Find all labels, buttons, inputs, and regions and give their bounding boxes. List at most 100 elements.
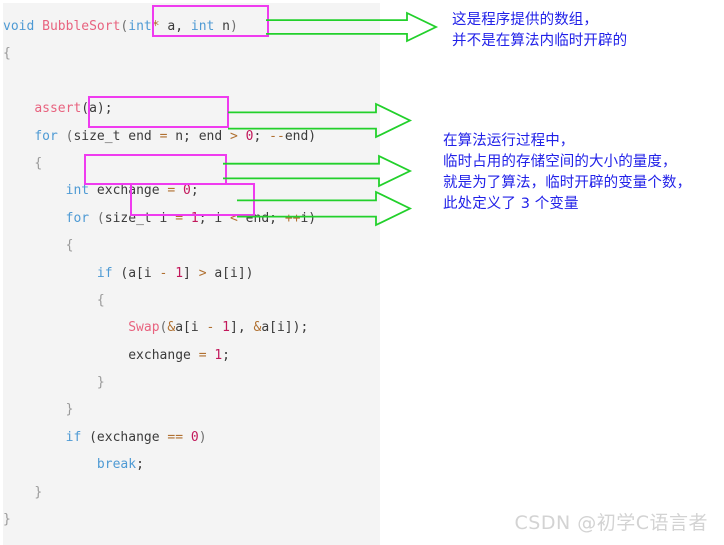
- code-token: void: [3, 19, 35, 34]
- code-token: (a);: [81, 101, 113, 117]
- annotation-line: 此处定义了 3 个变量: [443, 196, 579, 212]
- code-token: (: [57, 128, 74, 144]
- code-line: break;: [3, 451, 316, 478]
- code-token: =: [198, 347, 207, 363]
- code-token: n: [214, 19, 231, 34]
- arrow-to-outer-loop-note: [228, 102, 413, 139]
- code-token: size_t: [73, 128, 121, 144]
- code-token: 1: [214, 347, 223, 363]
- code-token: ],: [230, 320, 254, 336]
- code-token: {: [96, 292, 105, 308]
- code-token: (exchange: [81, 429, 168, 445]
- code-token: i: [151, 210, 176, 226]
- annotation-array-note: 这是程序提供的数组， 并不是在算法内临时开辟的: [452, 10, 627, 52]
- code-token: for: [34, 128, 58, 144]
- code-token: exchange: [89, 183, 168, 199]
- annotation-line: 临时占用的存储空间的大小的量度，: [443, 154, 677, 170]
- code-token: ==: [167, 429, 184, 445]
- code-token: *: [151, 19, 160, 34]
- arrow-to-array-note: [266, 11, 439, 43]
- code-line: }: [3, 506, 316, 533]
- code-token: 0: [183, 183, 191, 199]
- code-line: Swap(&a[i - 1], &a[i]);: [3, 314, 316, 341]
- code-token: int: [190, 19, 215, 34]
- code-token: {: [34, 155, 43, 171]
- code-line: }: [3, 479, 316, 506]
- code-token: n; end: [167, 128, 231, 144]
- code-line: if (a[i - 1] > a[i]): [3, 260, 316, 287]
- code-line: {: [3, 287, 316, 314]
- code-token: if: [65, 429, 82, 445]
- code-token: int: [65, 183, 90, 199]
- code-token: end: [120, 128, 160, 144]
- code-panel: void BubbleSort(int* a, int n){ assert(a…: [3, 3, 380, 545]
- code-token: for: [65, 210, 90, 226]
- annotation-space-complexity-note: 在算法运行过程中， 临时占用的存储空间的大小的量度， 就是为了算法，临时开辟的变量个…: [443, 131, 691, 215]
- code-token: exchange: [128, 347, 199, 363]
- code-listing: void BubbleSort(int* a, int n){ assert(a…: [3, 3, 316, 533]
- csdn-watermark: CSDN @初学C语言者: [514, 512, 708, 534]
- code-token: assert: [34, 101, 82, 117]
- code-token: ): [230, 19, 238, 34]
- code-token: 0: [190, 429, 199, 445]
- code-token: BubbleSort: [42, 19, 121, 34]
- arrow-to-exchange-note: [223, 154, 413, 188]
- code-line: {: [3, 232, 316, 259]
- code-token: 1: [222, 320, 230, 336]
- code-line: }: [3, 369, 316, 396]
- annotation-line: 并不是在算法内临时开辟的: [452, 33, 628, 49]
- code-token: {: [65, 238, 74, 254]
- code-line: if (exchange == 0): [3, 424, 316, 451]
- code-token: a[i]);: [261, 320, 309, 336]
- code-token: (a[i: [112, 265, 160, 281]
- code-token: ;: [190, 183, 199, 199]
- code-token: }: [34, 484, 43, 500]
- code-token: a[i: [175, 320, 207, 336]
- code-token: int: [128, 19, 152, 34]
- code-line: {: [3, 40, 316, 67]
- code-token: if: [96, 265, 113, 281]
- annotation-line: 这是程序提供的数组，: [452, 12, 598, 28]
- code-token: break: [96, 457, 137, 473]
- code-token: (: [89, 210, 105, 226]
- code-token: size_t: [104, 210, 152, 226]
- code-token: a,: [159, 19, 191, 34]
- code-token: }: [65, 402, 74, 418]
- code-token: }: [96, 375, 105, 391]
- code-token: >: [198, 265, 207, 281]
- code-token: ;: [222, 347, 230, 363]
- code-token: ): [198, 429, 207, 445]
- code-token: }: [3, 512, 11, 528]
- code-line: exchange = 1;: [3, 342, 316, 369]
- code-token: ;: [136, 457, 144, 473]
- code-token: {: [3, 46, 11, 62]
- code-token: 1: [190, 210, 199, 226]
- annotation-line: 在算法运行过程中，: [443, 133, 575, 149]
- code-token: 1: [175, 265, 184, 281]
- code-token: Swap: [128, 320, 160, 336]
- code-token: ; i: [198, 210, 231, 226]
- code-token: a[i]): [206, 265, 254, 281]
- annotation-line: 就是为了算法，临时开辟的变量个数，: [443, 175, 692, 191]
- code-token: ]: [183, 265, 199, 281]
